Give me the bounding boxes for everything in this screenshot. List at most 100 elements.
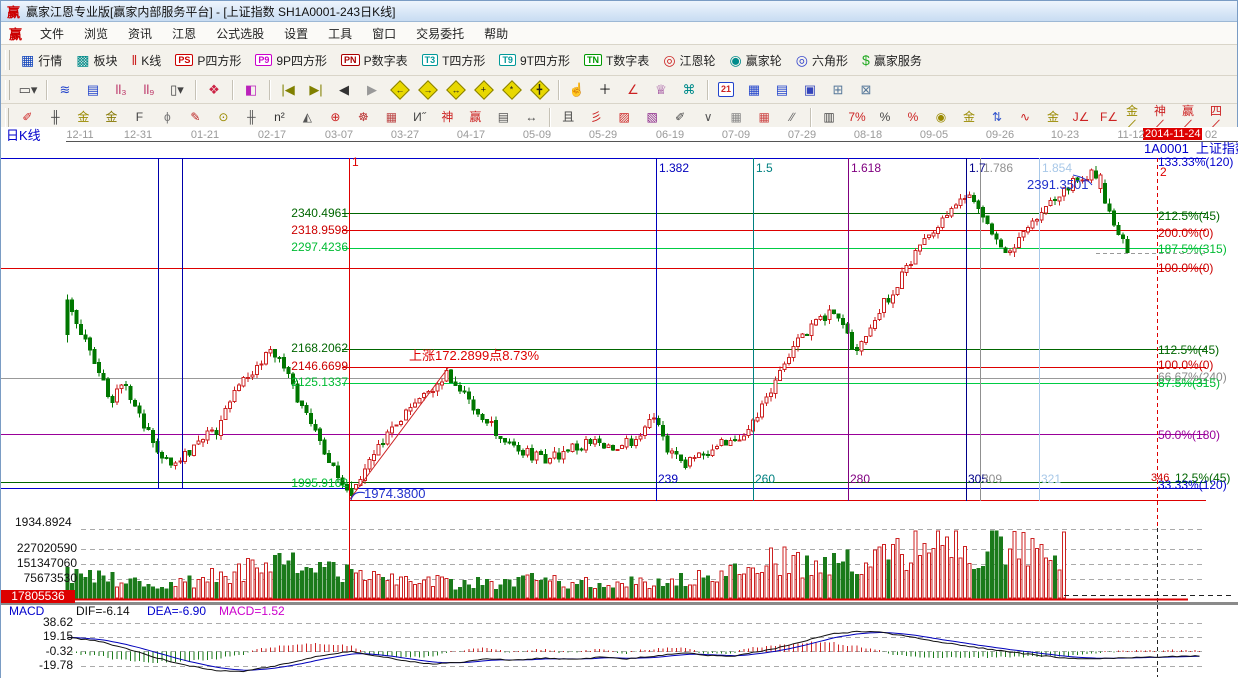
gann-wave-a-button[interactable]: ∿ xyxy=(1012,108,1038,128)
tool-calculator-button[interactable]: ▦ xyxy=(741,79,767,101)
gann-compass-button[interactable]: ⊕ xyxy=(322,108,348,128)
menu-item-settings[interactable]: 设置 xyxy=(274,22,318,45)
tool-calendar-button[interactable]: 21 xyxy=(713,79,739,101)
tool-zoom-in-button[interactable]: + xyxy=(471,79,497,101)
tool-save-button[interactable]: ▣ xyxy=(797,79,823,101)
toolbar-button-quotes[interactable]: ▦行情 xyxy=(14,50,69,71)
toolbar-grip xyxy=(5,80,10,100)
tool-pan-left-button[interactable]: ← xyxy=(387,79,413,101)
tool-zoom-all-button[interactable]: * xyxy=(499,79,525,101)
menu-item-formula-stock-pick[interactable]: 公式选股 xyxy=(206,22,274,45)
menu-item-view[interactable]: 浏览 xyxy=(74,22,118,45)
tool-angle-tool-button[interactable]: ∠ xyxy=(620,79,646,101)
menu-item-news[interactable]: 资讯 xyxy=(118,22,162,45)
tool-kline-style-button[interactable]: ▭▾ xyxy=(15,79,41,101)
tool-export-button[interactable]: ⊞ xyxy=(825,79,851,101)
gann-starburst-button[interactable]: ☸ xyxy=(350,108,376,128)
gann-spiral-button[interactable]: ϕ xyxy=(154,108,180,128)
menu-item-trade[interactable]: 交易委托 xyxy=(406,22,474,45)
gann-v-lines-button[interactable]: ∨ xyxy=(695,108,721,128)
tool-first-page-button[interactable]: |◀ xyxy=(275,79,301,101)
gann-grid-123-button[interactable]: ▤ xyxy=(490,108,516,128)
gann-ying-angle-button[interactable]: 赢∠ xyxy=(1180,108,1206,128)
toolbar-button-p-square[interactable]: PSP四方形 xyxy=(168,50,248,71)
gann-h-measure-button[interactable]: ↔ xyxy=(518,108,544,128)
gann-i-marks-button[interactable]: И˝ xyxy=(406,108,432,128)
gann-shen-angle-button[interactable]: 神∠ xyxy=(1152,108,1178,128)
tool-last-page-button[interactable]: ▶| xyxy=(303,79,329,101)
gann-gold-comb-2-button[interactable]: 金 xyxy=(98,108,124,128)
gann-f-comb-button[interactable]: F xyxy=(126,108,152,128)
tool-bars-3-button[interactable]: ll₃ xyxy=(108,79,134,101)
menu-item-window[interactable]: 窗口 xyxy=(362,22,406,45)
gann-gold-comb-button[interactable]: 金 xyxy=(70,108,96,128)
gann-comb-2-button[interactable]: ╫ xyxy=(238,108,264,128)
menu-item-help[interactable]: 帮助 xyxy=(474,22,518,45)
kline-chart[interactable] xyxy=(1,127,1238,679)
tool-bars-9-button[interactable]: ll₉ xyxy=(136,79,162,101)
gann-bars-tool-button[interactable]: ▥ xyxy=(816,108,842,128)
gann-f-angle-button[interactable]: F∠ xyxy=(1096,108,1122,128)
toolbar-button-sectors[interactable]: ▩板块 xyxy=(69,50,124,71)
tool-zoom-horizontal-button[interactable]: ↔ xyxy=(443,79,469,101)
gann-four-angle-button[interactable]: 四∠ xyxy=(1208,108,1234,128)
tool-hand-tool-button[interactable]: ☝ xyxy=(564,79,590,101)
tool-crosshair-tool-button[interactable]: ＋ xyxy=(592,79,618,101)
gann-fan-box-2-button[interactable]: ▧ xyxy=(639,108,665,128)
gann-percent-line-button[interactable]: % xyxy=(900,108,926,128)
gann-crayon-button[interactable]: ✎ xyxy=(182,108,208,128)
gann-gold-circle-button[interactable]: ◉ xyxy=(928,108,954,128)
gann-percent-button[interactable]: % xyxy=(872,108,898,128)
tool-candle-type-button[interactable]: ▯▾ xyxy=(164,79,190,101)
gann-n-square-button[interactable]: n² xyxy=(266,108,292,128)
gann-pen-button[interactable]: ✐ xyxy=(14,108,40,128)
tool-import-button[interactable]: ⊠ xyxy=(853,79,879,101)
gann-clock-button[interactable]: ⊙ xyxy=(210,108,236,128)
tool-brain-tool-button[interactable]: ⌘ xyxy=(676,79,702,101)
tool-flag-chart-button[interactable]: ◧ xyxy=(238,79,264,101)
tool-wave-button[interactable]: ≋ xyxy=(52,79,78,101)
toolbar-button-t-number-table[interactable]: TNT数字表 xyxy=(577,50,656,71)
gann-j-angle-button[interactable]: J∠ xyxy=(1068,108,1094,128)
pan-left-icon: ← xyxy=(390,80,410,100)
gann-pillar-button[interactable]: 且 xyxy=(555,108,581,128)
gann-fan-lines-button[interactable]: 彡 xyxy=(583,108,609,128)
gann-slashes-button[interactable]: ∕∕ xyxy=(779,108,805,128)
menu-item-tools[interactable]: 工具 xyxy=(318,22,362,45)
toolbar-button-hexagon[interactable]: ◎六角形 xyxy=(789,50,855,71)
menu-item-gann[interactable]: 江恩 xyxy=(162,22,206,45)
tool-note-button[interactable]: ▤ xyxy=(80,79,106,101)
tool-zoom-out-button[interactable]: ╋ xyxy=(527,79,553,101)
toolbar-button-9t-square[interactable]: T99T四方形 xyxy=(492,50,577,71)
toolbar-button-gann-wheel[interactable]: ◎江恩轮 xyxy=(656,50,722,71)
tool-pan-right-button[interactable]: → xyxy=(415,79,441,101)
toolbar-button-9p-square[interactable]: P99P四方形 xyxy=(248,50,334,71)
tool-crown-tool-button[interactable]: ♕ xyxy=(648,79,674,101)
gann-updown-button[interactable]: ⇅ xyxy=(984,108,1010,128)
tool-notepad-button[interactable]: ▤ xyxy=(769,79,795,101)
gann-pencil-button[interactable]: ✐ xyxy=(667,108,693,128)
gann-gold-angle-button[interactable]: 金∠ xyxy=(1124,108,1150,128)
toolbar-button-t-square[interactable]: T3T四方形 xyxy=(415,50,493,71)
tool-next-button[interactable]: ▶ xyxy=(359,79,385,101)
toolbar-button-winner-wheel[interactable]: ◉赢家轮 xyxy=(723,50,789,71)
toolbar-button-kline[interactable]: ‖K线 xyxy=(125,50,169,71)
gann-gold-line-button[interactable]: 金 xyxy=(956,108,982,128)
gann-fan-box-button[interactable]: ▨ xyxy=(611,108,637,128)
toolbar-button-winner-service[interactable]: $赢家服务 xyxy=(855,50,929,71)
gann-grid-red-button[interactable]: ▦ xyxy=(751,108,777,128)
chart-canvas[interactable]: 日K线 2014-11-24 02 1A0001 上证指数 1934.8924 … xyxy=(1,127,1238,679)
gann-triangle-button[interactable]: ◭ xyxy=(294,108,320,128)
tool-pattern-button[interactable]: ❖ xyxy=(201,79,227,101)
gann-comb-button[interactable]: ╫ xyxy=(42,108,68,128)
gann-ying-tool-button[interactable]: 赢 xyxy=(462,108,488,128)
toolbar-button-label: T四方形 xyxy=(442,52,485,69)
toolbar-button-p-number-table[interactable]: PNP数字表 xyxy=(334,50,415,71)
menu-item-file[interactable]: 文件 xyxy=(30,22,74,45)
gann-gold-2-button[interactable]: 金 xyxy=(1040,108,1066,128)
gann-shen-tool-button[interactable]: 神 xyxy=(434,108,460,128)
tool-prev-button[interactable]: ◀ xyxy=(331,79,357,101)
gann-web-button[interactable]: ▦ xyxy=(378,108,404,128)
gann-grid-button[interactable]: ▦ xyxy=(723,108,749,128)
gann-percent-7-button[interactable]: 7% xyxy=(844,108,870,128)
